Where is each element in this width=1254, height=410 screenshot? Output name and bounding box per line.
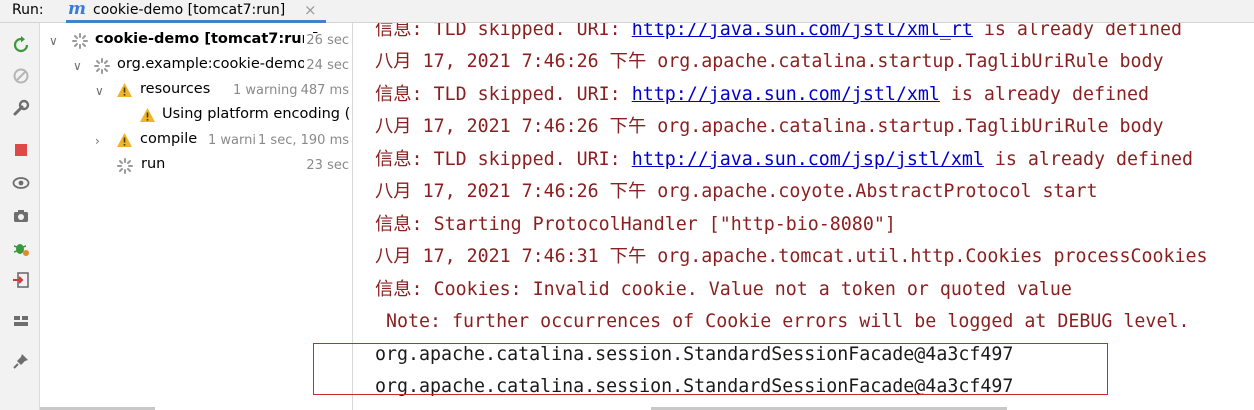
console-link[interactable]: http://java.sun.com/jstl/xml [632,84,940,105]
build-tree: ∨ cookie-demo [tomcat7:run] 26 sec ∨ org… [40,23,353,410]
spinner-icon [94,58,110,74]
wrench-icon[interactable] [11,98,31,118]
tree-row-label: cookie-demo [tomcat7:run] [95,31,319,47]
tree-row-label: Using platform encoding ( [162,106,351,122]
tree-row-time: 23 sec [304,158,349,173]
exit-icon[interactable] [11,270,31,290]
tree-row-time: 24 sec [304,58,349,73]
pin-icon[interactable] [11,351,31,371]
tree-row-platform-encoding[interactable]: Using platform encoding ( [40,106,352,128]
console-link[interactable]: http://java.sun.com/jstl/xml_rt [632,23,973,40]
spinner-icon [72,33,88,49]
stop-icon[interactable] [11,140,31,160]
tab-title: cookie-demo [tomcat7:run] [93,2,286,18]
warning-icon [117,83,132,97]
console-line: 信息: TLD skipped. URI: http://java.sun.co… [375,84,1149,105]
console-line: 信息: TLD skipped. URI: http://java.sun.co… [375,23,1182,45]
spinner-icon [117,158,133,174]
stop-gray-icon[interactable] [11,66,31,86]
console-line: 八月 17, 2021 7:46:26 下午 org.apache.catali… [375,51,1164,72]
chevron-down-icon[interactable]: ∨ [73,59,85,73]
close-icon[interactable]: × [304,1,317,19]
tree-row-org-example[interactable]: ∨ org.example:cookie-demo 24 sec [40,56,352,78]
warning-icon [117,133,132,147]
layout-icon[interactable] [11,311,31,331]
tree-row-label: run [141,156,166,172]
tree-row-label: org.example:cookie-demo [117,56,307,72]
console-line: 信息: TLD skipped. URI: http://java.sun.co… [375,149,1194,170]
tree-row-warning-count: 1 warning [233,83,298,98]
maven-icon: m [68,0,86,19]
tree-row-label: resources [140,81,211,97]
console-line: 信息: Starting ProtocolHandler ["http-bio-… [375,214,896,235]
tree-row-time: 487 ms [298,83,349,98]
chevron-right-icon[interactable]: › [95,134,107,148]
debug-bug-icon[interactable] [11,238,31,258]
console-line: Note: further occurrences of Cookie erro… [375,311,1190,332]
tree-row-warning-count: 1 warni [208,133,256,148]
run-toolbar [0,23,40,410]
console-line: 八月 17, 2021 7:46:31 下午 org.apache.tomcat… [375,246,1208,267]
console-line: 八月 17, 2021 7:46:26 下午 org.apache.catali… [375,116,1164,137]
camera-icon[interactable] [11,206,31,226]
tree-row-label: compile [140,131,198,147]
tree-row-time: 26 sec [304,33,349,48]
tree-row-compile[interactable]: › compile 1 warni 1 sec, 190 ms [40,131,352,153]
console-line: 八月 17, 2021 7:46:26 下午 org.apache.coyote… [375,181,1098,202]
tree-row-time: 1 sec, 190 ms [256,133,349,148]
run-label: Run: [12,2,44,18]
console-line: 信息: Cookies: Invalid cookie. Value not a… [375,279,1072,300]
rerun-icon[interactable] [11,35,31,55]
tree-row-resources[interactable]: ∨ resources 1 warning 487 ms [40,81,352,103]
run-tool-window-header: Run: m cookie-demo [tomcat7:run] × [0,0,1254,23]
eye-icon[interactable] [11,173,31,193]
warning-icon [140,108,155,122]
console-link[interactable]: http://java.sun.com/jsp/jstl/xml [632,149,984,170]
tab-cookie-demo-run[interactable]: m cookie-demo [tomcat7:run] × [58,0,326,23]
chevron-down-icon[interactable]: ∨ [95,84,107,98]
highlight-annotation-box [313,343,1108,395]
tree-row-cookie-demo[interactable]: ∨ cookie-demo [tomcat7:run] 26 sec [40,31,352,53]
chevron-down-icon[interactable]: ∨ [49,34,61,48]
tree-row-run[interactable]: run 23 sec [40,156,352,178]
